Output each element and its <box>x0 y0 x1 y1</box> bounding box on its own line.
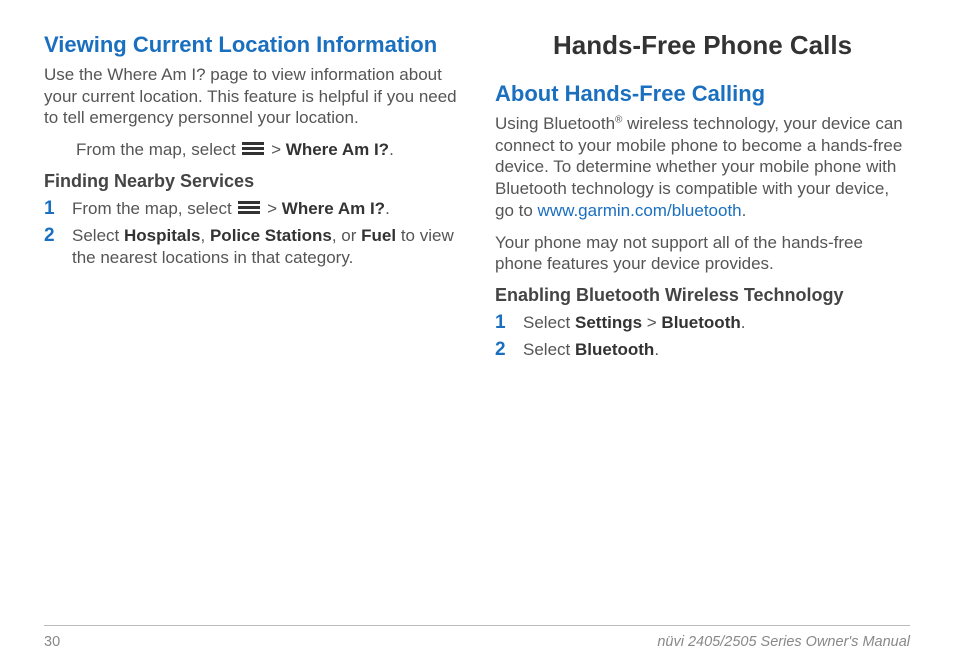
step-number: 2 <box>495 339 523 362</box>
text: > <box>267 199 282 218</box>
text: Select <box>523 340 575 359</box>
paragraph-support: Your phone may not support all of the ha… <box>495 232 910 276</box>
step-text: Select Settings > Bluetooth. <box>523 312 745 335</box>
text: . <box>742 201 747 220</box>
text: , or <box>332 226 361 245</box>
columns: Viewing Current Location Information Use… <box>44 30 910 605</box>
text: . <box>654 340 659 359</box>
text: Using Bluetooth <box>495 114 615 133</box>
text: From the map, select <box>76 140 240 159</box>
text: . <box>385 199 390 218</box>
subheading-enabling-bluetooth: Enabling Bluetooth Wireless Technology <box>495 285 910 306</box>
step-row: 1 Select Settings > Bluetooth. <box>495 312 910 335</box>
step-number: 1 <box>495 312 523 335</box>
menu-icon <box>238 201 260 215</box>
section-heading-viewing-location: Viewing Current Location Information <box>44 32 459 58</box>
ui-label-hospitals: Hospitals <box>124 226 201 245</box>
map-instruction: From the map, select > Where Am I?. <box>44 139 459 161</box>
text: > <box>642 313 661 332</box>
page-number: 30 <box>44 634 60 650</box>
chapter-title: Hands-Free Phone Calls <box>495 30 910 61</box>
step-number: 1 <box>44 198 72 221</box>
paragraph-bluetooth: Using Bluetooth® wireless technology, yo… <box>495 113 910 222</box>
text: Select <box>72 226 124 245</box>
text: > <box>271 140 286 159</box>
bluetooth-link[interactable]: www.garmin.com/bluetooth <box>538 201 742 220</box>
right-column: Hands-Free Phone Calls About Hands-Free … <box>495 30 910 605</box>
step-text: From the map, select > Where Am I?. <box>72 198 390 221</box>
ui-label-bluetooth: Bluetooth <box>661 313 740 332</box>
text: , <box>201 226 210 245</box>
step-number: 2 <box>44 225 72 269</box>
manual-title: nüvi 2405/2505 Series Owner's Manual <box>657 634 910 650</box>
step-row: 2 Select Bluetooth. <box>495 339 910 362</box>
text: Select <box>523 313 575 332</box>
step-row: 1 From the map, select > Where Am I?. <box>44 198 459 221</box>
text: . <box>741 313 746 332</box>
left-column: Viewing Current Location Information Use… <box>44 30 459 605</box>
step-row: 2 Select Hospitals, Police Stations, or … <box>44 225 459 269</box>
text: From the map, select <box>72 199 236 218</box>
ui-label-where-am-i: Where Am I? <box>286 140 389 159</box>
intro-paragraph: Use the Where Am I? page to view informa… <box>44 64 459 129</box>
subheading-finding-nearby: Finding Nearby Services <box>44 171 459 192</box>
ui-label-settings: Settings <box>575 313 642 332</box>
ui-label-police: Police Stations <box>210 226 332 245</box>
ui-label-fuel: Fuel <box>361 226 396 245</box>
section-heading-about-handsfree: About Hands-Free Calling <box>495 81 910 107</box>
ui-label-where-am-i: Where Am I? <box>282 199 385 218</box>
page-footer: 30 nüvi 2405/2505 Series Owner's Manual <box>44 625 910 650</box>
ui-label-bluetooth: Bluetooth <box>575 340 654 359</box>
step-text: Select Bluetooth. <box>523 339 659 362</box>
manual-page: Viewing Current Location Information Use… <box>0 0 954 672</box>
step-text: Select Hospitals, Police Stations, or Fu… <box>72 225 459 269</box>
text: . <box>389 140 394 159</box>
menu-icon <box>242 142 264 156</box>
